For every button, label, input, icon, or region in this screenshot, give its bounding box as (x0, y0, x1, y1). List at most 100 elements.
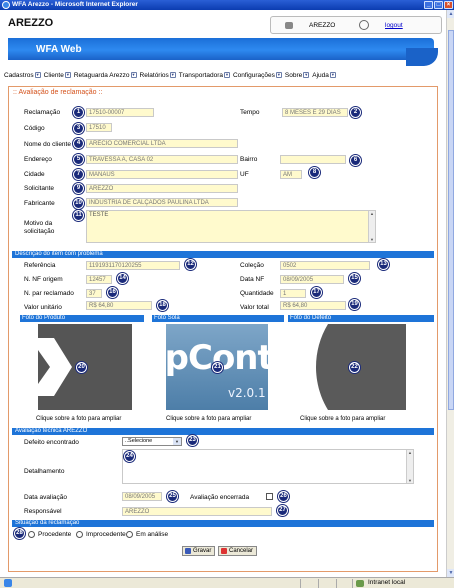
label-data-avaliacao: Data avaliação (24, 494, 67, 501)
cancel-button[interactable]: Cancelar (218, 546, 258, 556)
save-button[interactable]: Gravar (182, 546, 216, 556)
menu-ajuda[interactable]: Ajuda ▼ (312, 70, 336, 80)
photo-defeito-header: Foto do Defeito (288, 315, 434, 322)
window-titlebar: WFA Arezzo - Microsoft Internet Explorer… (0, 0, 454, 10)
badge-11: 11 (73, 210, 84, 221)
label-data-nf: Data NF (240, 276, 265, 283)
badge-18: 18 (157, 300, 168, 311)
cidade-field[interactable]: MANAUS (86, 170, 238, 179)
app-name: AREZZO (8, 17, 54, 29)
menu-retaguarda[interactable]: Retaguarda Arezzo ▼ (74, 70, 137, 80)
badge-23: 23 (187, 435, 198, 446)
label-nome-cliente: Nome do cliente (24, 141, 71, 148)
endereco-field[interactable]: TRAVESSA A, CASA 02 (86, 155, 238, 164)
badge-24: 24 (124, 451, 135, 462)
page-done-icon (4, 579, 12, 587)
label-valor-total: Valor total (240, 304, 269, 311)
label-improcedente: Improcedente (86, 531, 126, 538)
badge-17: 17 (311, 287, 322, 298)
label-defeito: Defeito encontrado (24, 439, 79, 446)
nf-origem-field[interactable]: 12457 (86, 275, 112, 284)
responsavel-field[interactable]: AREZZO (122, 507, 272, 516)
cancel-icon (221, 548, 227, 554)
chevron-down-icon: ▼ (275, 72, 282, 78)
valor-total-field[interactable]: R$ 64,80 (280, 301, 346, 310)
badge-8: 8 (309, 167, 320, 178)
badge-10: 10 (73, 198, 84, 209)
badge-15: 15 (349, 273, 360, 284)
menu-configuracoes[interactable]: Configurações ▼ (233, 70, 282, 80)
label-detalhamento: Detalhamento (24, 468, 65, 475)
label-fabricante: Fabricante (24, 200, 55, 207)
label-solicitante: Solicitante (24, 185, 54, 192)
menu-cliente[interactable]: Cliente ▼ (44, 70, 71, 80)
label-codigo: Código (24, 125, 45, 132)
uf-field[interactable]: AM (280, 170, 302, 179)
user-icon (285, 22, 293, 29)
detalhamento-textarea[interactable] (122, 449, 414, 484)
panel-title: :: Avaliação de reclamação :: (13, 89, 103, 96)
menu-relatorios[interactable]: Relatórios ▼ (140, 70, 176, 80)
badge-13: 13 (378, 259, 389, 270)
colecao-field[interactable]: 0502 (280, 261, 370, 270)
tempo-field[interactable]: 8 MESES E 29 DIAS (282, 108, 348, 117)
badge-21: 21 (212, 362, 223, 373)
label-responsavel: Responsável (24, 508, 62, 515)
label-cidade: Cidade (24, 171, 45, 178)
badge-27: 27 (277, 505, 288, 516)
reclamacao-field[interactable]: 17510-00007 (86, 108, 154, 117)
badge-22: 22 (349, 362, 360, 373)
vertical-scrollbar[interactable]: ▲ ▼ (446, 10, 454, 577)
badge-2: 2 (350, 107, 361, 118)
bairro-field[interactable] (280, 155, 346, 164)
label-colecao: Coleção (240, 262, 264, 269)
chevron-down-icon: ▼ (64, 72, 71, 78)
power-icon[interactable] (359, 20, 369, 30)
badge-12: 12 (185, 259, 196, 270)
data-avaliacao-field[interactable]: 08/09/2005 (122, 492, 162, 501)
nome-cliente-field[interactable]: ARÉCIO COMERCIAL LTDA (86, 139, 238, 148)
scroll-down-icon[interactable]: ▼ (447, 569, 454, 577)
brand-banner: WFA Web (8, 38, 438, 66)
label-nf-origem: N. NF origem (24, 276, 63, 283)
chevron-down-icon: ▼ (130, 72, 137, 78)
chevron-down-icon: ▼ (329, 72, 336, 78)
caption-defeito: Clique sobre a foto para ampliar (300, 416, 386, 422)
fabricante-field[interactable]: INDÚSTRIA DE CALÇADOS PAULINA LTDA (86, 198, 238, 207)
scroll-up-icon[interactable]: ▲ (447, 10, 454, 18)
scroll-thumb[interactable] (448, 30, 454, 410)
valor-unitario-field[interactable]: R$ 64,80 (86, 301, 152, 310)
par-reclamado-field[interactable]: 37 (86, 289, 102, 298)
badge-6: 6 (350, 155, 361, 166)
label-reclamacao: Reclamação (24, 109, 61, 116)
photo-produto-header: Foto do Produto (20, 315, 144, 322)
logout-link[interactable]: logout (385, 22, 403, 29)
badge-9: 9 (73, 183, 84, 194)
radio-em-analise[interactable] (126, 531, 133, 538)
motivo-textarea[interactable]: TESTE (86, 210, 376, 243)
quantidade-field[interactable]: 1 (280, 289, 306, 298)
data-nf-field[interactable]: 08/09/2005 (280, 275, 344, 284)
chevron-down-icon: ▼ (34, 72, 41, 78)
close-icon[interactable]: × (444, 1, 453, 9)
maximize-icon[interactable]: □ (434, 1, 443, 9)
chevron-down-icon: ▼ (223, 72, 230, 78)
solicitante-field[interactable]: AREZZO (86, 184, 238, 193)
menu-sobre[interactable]: Sobre ▼ (285, 70, 310, 80)
codigo-field[interactable]: 17510 (86, 123, 112, 132)
menu-transportadora[interactable]: Transportadora ▼ (179, 70, 230, 80)
badge-28: 28 (14, 528, 25, 539)
encerrada-checkbox[interactable] (266, 493, 273, 500)
menu-cadastros[interactable]: Cadastros ▼ (4, 70, 41, 80)
radio-procedente[interactable] (28, 531, 35, 538)
window-title: WFA Arezzo - Microsoft Internet Explorer (12, 1, 138, 8)
radio-improcedente[interactable] (76, 531, 83, 538)
referencia-field[interactable]: 1191931170120255 (86, 261, 180, 270)
defeito-select[interactable]: ..Selecione (122, 437, 182, 446)
label-em-analise: Em análise (136, 531, 169, 538)
chevron-down-icon: ▼ (169, 72, 176, 78)
zone-label: Intranet local (356, 578, 405, 588)
minimize-icon[interactable]: _ (424, 1, 433, 9)
section-situacao: Situação da reclamação (12, 520, 434, 527)
ie-icon (2, 1, 10, 9)
